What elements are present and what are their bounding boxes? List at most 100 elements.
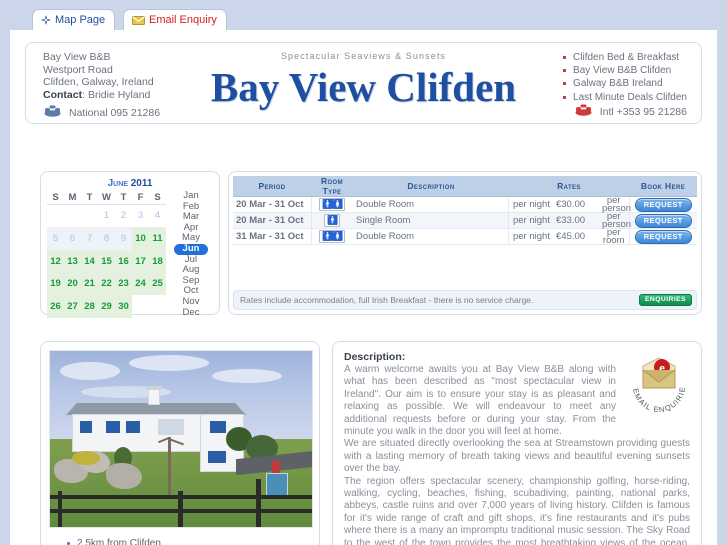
calendar-day-13[interactable]: 13 [64, 249, 81, 273]
rate-description: Double Room [353, 196, 509, 213]
rate-book-cell: REQUEST [628, 228, 697, 245]
contact-label: Contact [43, 88, 83, 101]
calendar-day-empty [64, 204, 81, 227]
phone-international-label: Intl +353 95 21286 [599, 105, 687, 118]
weekday-header: F [132, 191, 149, 205]
request-button[interactable]: REQUEST [634, 229, 692, 244]
calendar-day-30[interactable]: 30 [115, 295, 132, 319]
calendar-day-empty [47, 204, 64, 227]
calendar-day-5: 5 [47, 226, 64, 250]
business-name: Bay View B&B [43, 51, 111, 63]
calendar-week-row: 26 27 28 29 30 [47, 295, 166, 319]
weekday-header: S [47, 191, 64, 205]
calendar-day-25[interactable]: 25 [149, 272, 166, 296]
rate-period: 20 Mar - 31 Oct [233, 212, 311, 229]
column-header-description: Description [353, 176, 509, 197]
calendar-day-29[interactable]: 29 [98, 295, 115, 319]
rate-unit: per person [598, 196, 631, 213]
keyword-item: Bay View B&B Clifden [562, 64, 687, 77]
rate-book-cell: REQUEST [628, 212, 697, 229]
calendar-day-2: 2 [120, 210, 127, 222]
column-header-rates: Rates [508, 176, 629, 197]
calendar-day-26[interactable]: 26 [47, 295, 64, 319]
calendar-week-row: 12 13 14 15 16 17 18 [47, 249, 166, 273]
calendar-day-7: 7 [81, 226, 98, 250]
phone-international: Intl +353 95 21286 [574, 104, 687, 119]
calendar-day-16[interactable]: 16 [115, 249, 132, 273]
tab-map-page-label: Map Page [55, 14, 106, 26]
email-enquiries-icon[interactable]: e EMAIL ENQUIRIES [625, 350, 693, 418]
rate-per-label: per night [508, 228, 553, 245]
calendar-day-10[interactable]: 10 [132, 226, 149, 250]
envelope-icon [132, 15, 145, 25]
calendar-week-row: 5 6 7 8 9 10 11 [47, 226, 166, 250]
rate-price: €45.00 [552, 228, 599, 245]
enquiries-button[interactable]: ENQUIRIES [639, 294, 692, 306]
month-option-dec[interactable]: Dec [174, 307, 208, 319]
month-option-nov[interactable]: Nov [174, 296, 208, 308]
request-button[interactable]: REQUEST [634, 213, 692, 228]
calendar-day-20[interactable]: 20 [64, 272, 81, 296]
calendar-day-19[interactable]: 19 [47, 272, 64, 296]
property-photo-card: 2.5km from Clifden Spacious Ensuite Bedr… [40, 341, 320, 545]
calendar-day-14[interactable]: 14 [81, 249, 98, 273]
calendar-day-23[interactable]: 23 [115, 272, 132, 296]
keyword-item: Clifden Bed & Breakfast [562, 51, 687, 64]
calendar-day-11[interactable]: 11 [149, 226, 166, 250]
description-paragraph: The region offers spectacular scenery, c… [344, 475, 690, 545]
rates-header-row: Period Room Type Description Rates Book … [233, 176, 697, 197]
occupancy-icon: 🚹🚺 [319, 230, 346, 243]
month-option-jun[interactable]: Jun [174, 243, 208, 255]
calendar-day-17[interactable]: 17 [132, 249, 149, 273]
rates-row: 31 Mar - 31 Oct 🚹🚺 Double Room per night €45… [233, 228, 697, 245]
tab-email-enquiry-label: Email Enquiry [149, 14, 217, 26]
tab-email-enquiry[interactable]: Email Enquiry [123, 9, 227, 30]
weekday-header: S [149, 191, 166, 205]
property-photo [49, 350, 313, 528]
rate-unit: per room [598, 228, 629, 245]
calendar-day-empty [81, 204, 98, 227]
feature-list: 2.5km from Clifden Spacious Ensuite Bedr… [49, 536, 311, 545]
rate-per-label: per night [508, 196, 553, 213]
calendar-title: June 2011 [47, 178, 213, 189]
calendar-day-18[interactable]: 18 [149, 249, 166, 273]
month-selector[interactable]: Jan Feb Mar Apr May Jun Jul Aug Sep Oct Nov Dec [170, 190, 208, 319]
calendar-day-3: 3 [137, 210, 144, 222]
address-block: Bay View B&B Westport Road Clifden, Galw… [43, 51, 154, 101]
calendar-day-24[interactable]: 24 [132, 272, 149, 296]
calendar-day-21[interactable]: 21 [81, 272, 98, 296]
rates-note-bar: Rates include accommodation, full Irish … [233, 290, 697, 310]
calendar-day-27[interactable]: 27 [64, 295, 81, 319]
rate-room-type: 🚹🚺 [310, 228, 353, 245]
month-option-jan[interactable]: Jan [174, 190, 208, 202]
column-header-room-type: Room Type [311, 176, 353, 197]
column-header-book-here: Book Here [629, 176, 697, 197]
site-header: Bay View B&B Westport Road Clifden, Galw… [25, 42, 702, 124]
description-paragraph: We are situated directly overlooking the… [344, 438, 690, 475]
rate-price: €33.00 [552, 212, 599, 229]
rate-room-type: 🚹 [310, 212, 353, 229]
left-rail [0, 0, 10, 545]
rate-period: 31 Mar - 31 Oct [233, 228, 311, 245]
rate-per-label: per night [508, 212, 553, 229]
tab-map-page[interactable]: Map Page [32, 9, 116, 30]
compass-icon [41, 15, 51, 25]
calendar-day-28[interactable]: 28 [81, 295, 98, 319]
calendar-day-empty [149, 295, 166, 318]
rates-table-card: Period Room Type Description Rates Book … [228, 171, 702, 315]
rate-room-type: 🚹🚺 [310, 196, 353, 213]
calendar-day-15[interactable]: 15 [98, 249, 115, 273]
calendar-day-6: 6 [64, 226, 81, 250]
calendar-day-12[interactable]: 12 [47, 249, 64, 273]
rate-book-cell: REQUEST [628, 196, 697, 213]
tab-bar: Map Page Email Enquiry [10, 0, 717, 30]
occupancy-icon: 🚹🚺 [319, 198, 346, 211]
availability-calendar: June 2011 S M T W T F S 1 2 3 4 5 6 7 8 … [40, 171, 220, 319]
rate-unit: per person [598, 212, 631, 229]
keyword-item: Last Minute Deals Clifden [562, 91, 687, 104]
rates-note-text: Rates include accommodation, full Irish … [240, 295, 534, 305]
telephone-icon [574, 104, 593, 119]
keyword-list: Clifden Bed & Breakfast Bay View B&B Cli… [562, 51, 687, 104]
request-button[interactable]: REQUEST [634, 197, 692, 212]
calendar-day-22[interactable]: 22 [98, 272, 115, 296]
